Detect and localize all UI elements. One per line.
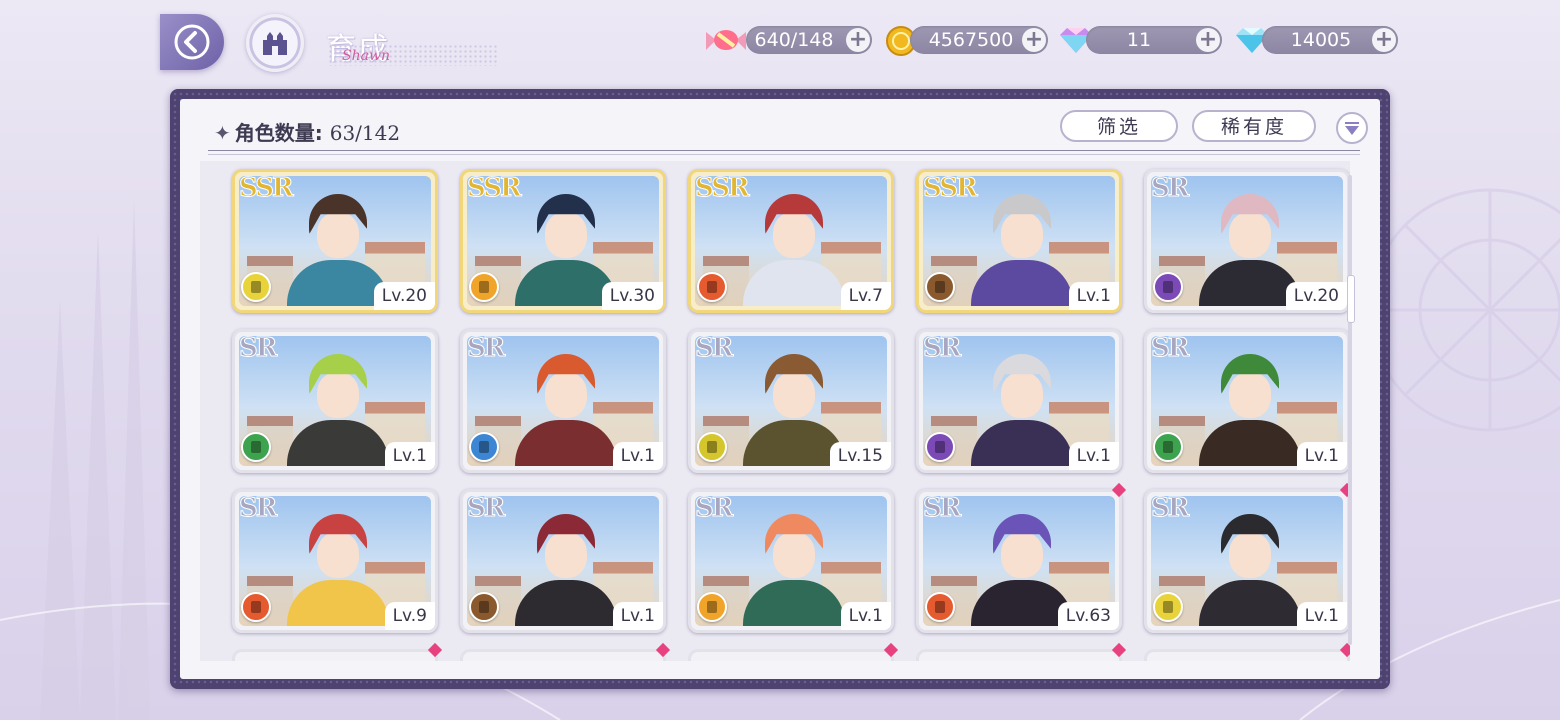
character-count: ✦ 角色数量: 63/142: [214, 117, 400, 146]
level-label: Lv.1: [840, 602, 891, 630]
level-label: Lv.7: [840, 282, 891, 310]
rarity-badge: SR: [1150, 493, 1189, 524]
role-icon: [1153, 432, 1183, 462]
scrollbar-track[interactable]: [1348, 175, 1352, 645]
diamond-value: 14005: [1290, 29, 1352, 51]
rarity-badge: SSR: [239, 173, 295, 204]
title-signature: Shawn: [342, 48, 390, 64]
character-card-partial[interactable]: [460, 649, 666, 661]
character-card-partial[interactable]: [688, 649, 894, 661]
rarity-badge: SR: [466, 333, 505, 364]
character-card-partial[interactable]: [916, 649, 1122, 661]
add-candy-button[interactable]: +: [846, 28, 870, 52]
character-card[interactable]: SR Lv.1: [460, 489, 666, 633]
character-card[interactable]: SSR Lv.1: [916, 169, 1122, 313]
role-icon: [1153, 272, 1183, 302]
character-panel-inner: ✦ 角色数量: 63/142 筛选 稀有度 SSR Lv.20 SSR Lv.30 SSR…: [180, 99, 1380, 679]
add-rainbow-gem-button[interactable]: +: [1196, 28, 1220, 52]
character-grid[interactable]: SSR Lv.20 SSR Lv.30 SSR Lv.7 SSR Lv.1 SR Lv.20 SR L…: [200, 161, 1350, 661]
candy-value: 640/148: [754, 29, 834, 51]
home-button[interactable]: [246, 14, 304, 72]
role-icon: [697, 272, 727, 302]
role-icon: [241, 592, 271, 622]
level-label: Lv.1: [384, 442, 435, 470]
character-card[interactable]: SR Lv.1: [460, 329, 666, 473]
role-icon: [469, 592, 499, 622]
castle-icon: [263, 32, 287, 55]
character-card[interactable]: SR Lv.1: [916, 329, 1122, 473]
character-card[interactable]: SR Lv.9: [232, 489, 438, 633]
character-count-label: 角色数量:: [234, 121, 323, 145]
candy-currency: 640/148 +: [746, 26, 872, 54]
back-arrow-icon: [174, 24, 210, 60]
rarity-badge: SR: [1150, 333, 1189, 364]
role-icon: [241, 272, 271, 302]
gold-currency: 4567500 +: [910, 26, 1048, 54]
scrollbar-thumb[interactable]: [1347, 275, 1355, 323]
character-card[interactable]: SR Lv.1: [688, 489, 894, 633]
character-card[interactable]: SR Lv.1: [1144, 329, 1350, 473]
add-diamond-button[interactable]: +: [1372, 28, 1396, 52]
level-label: Lv.15: [829, 442, 891, 470]
sparkle-icon: ✦: [214, 121, 231, 145]
role-icon: [697, 592, 727, 622]
character-card[interactable]: SSR Lv.30: [460, 169, 666, 313]
diamond-currency: 14005 +: [1262, 26, 1398, 54]
level-label: Lv.63: [1057, 602, 1119, 630]
level-label: Lv.20: [373, 282, 435, 310]
back-button[interactable]: [160, 14, 224, 70]
rainbow-gem-value: 11: [1126, 29, 1152, 51]
character-card[interactable]: SR Lv.20: [1144, 169, 1350, 313]
rarity-badge: SSR: [695, 173, 751, 204]
role-icon: [925, 592, 955, 622]
character-card[interactable]: SSR Lv.20: [232, 169, 438, 313]
character-panel: ✦ 角色数量: 63/142 筛选 稀有度 SSR Lv.20 SSR Lv.30 SSR…: [170, 89, 1390, 689]
role-icon: [469, 272, 499, 302]
level-label: Lv.1: [1068, 282, 1119, 310]
rarity-badge: SSR: [467, 173, 523, 204]
role-icon: [1153, 592, 1183, 622]
character-card[interactable]: SR Lv.63: [916, 489, 1122, 633]
role-icon: [469, 432, 499, 462]
character-count-value: 63/142: [329, 121, 401, 145]
rarity-badge: SR: [466, 493, 505, 524]
character-card-partial[interactable]: [1144, 649, 1350, 661]
sort-order-button[interactable]: [1336, 112, 1368, 144]
level-label: Lv.1: [612, 442, 663, 470]
level-label: Lv.1: [1296, 602, 1347, 630]
character-card[interactable]: SR Lv.15: [688, 329, 894, 473]
character-card[interactable]: SR Lv.1: [232, 329, 438, 473]
rarity-badge: SR: [922, 493, 961, 524]
level-label: Lv.20: [1285, 282, 1347, 310]
rarity-badge: SR: [922, 333, 961, 364]
character-card[interactable]: SSR Lv.7: [688, 169, 894, 313]
rarity-badge: SSR: [923, 173, 979, 204]
rarity-badge: SR: [694, 493, 733, 524]
role-icon: [241, 432, 271, 462]
level-label: Lv.30: [601, 282, 663, 310]
level-label: Lv.1: [1068, 442, 1119, 470]
character-card-partial[interactable]: [232, 649, 438, 661]
rarity-badge: SR: [694, 333, 733, 364]
level-label: Lv.1: [612, 602, 663, 630]
add-gold-button[interactable]: +: [1022, 28, 1046, 52]
character-card[interactable]: SR Lv.1: [1144, 489, 1350, 633]
role-icon: [925, 432, 955, 462]
rarity-badge: SR: [1150, 173, 1189, 204]
rarity-badge: SR: [238, 493, 277, 524]
rarity-badge: SR: [238, 333, 277, 364]
level-label: Lv.1: [1296, 442, 1347, 470]
sort-rarity-button[interactable]: 稀有度: [1192, 110, 1316, 142]
header-divider: [208, 150, 1360, 155]
candy-icon: [706, 30, 746, 50]
rainbow-gem-currency: 11 +: [1086, 26, 1222, 54]
role-icon: [697, 432, 727, 462]
role-icon: [925, 272, 955, 302]
level-label: Lv.9: [384, 602, 435, 630]
filter-button[interactable]: 筛选: [1060, 110, 1178, 142]
gold-value: 4567500: [928, 29, 1014, 51]
